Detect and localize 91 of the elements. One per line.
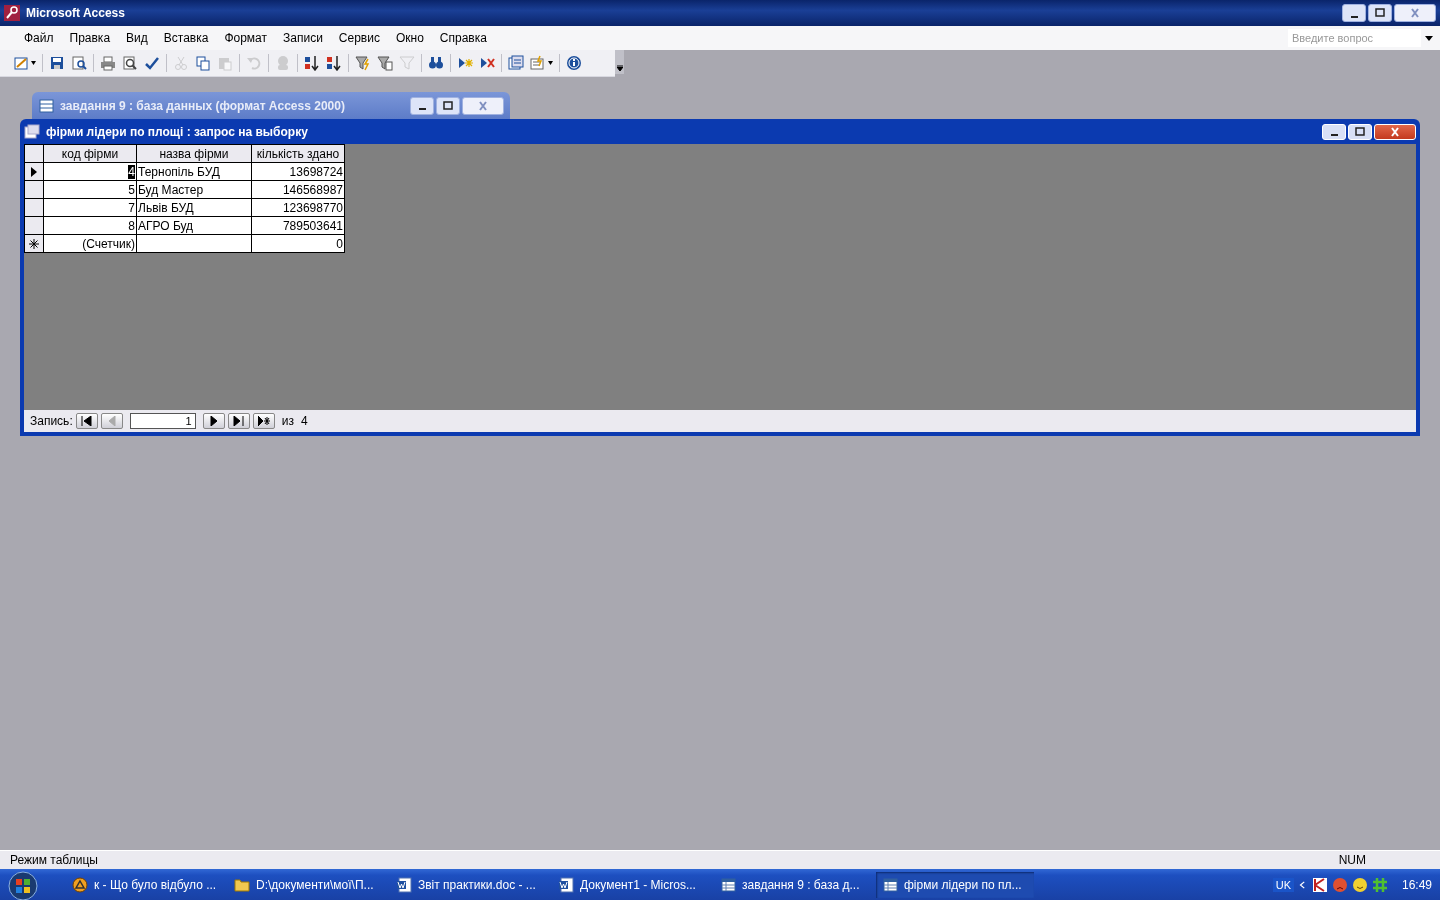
- spell-icon: [144, 55, 160, 71]
- column-header[interactable]: код фірми: [43, 144, 137, 163]
- close-icon: [477, 100, 489, 111]
- new-record-button[interactable]: [252, 413, 275, 429]
- first-record-button[interactable]: [75, 413, 98, 429]
- datasheet-icon: [38, 97, 54, 114]
- dropdown-arrow-icon: [548, 61, 553, 65]
- taskbar-button[interactable]: Документ1 - Micros...: [552, 871, 710, 898]
- menu-item[interactable]: Правка: [61, 29, 119, 47]
- maximize-icon: [1374, 8, 1386, 18]
- filter-form-icon: [377, 55, 393, 71]
- dropdown-arrow-icon: [1425, 35, 1433, 41]
- num-lock-indicator: NUM: [1338, 853, 1366, 867]
- window-title: фірми лідери по площі : запрос на выборку: [46, 124, 308, 139]
- close-icon: [1389, 126, 1401, 137]
- minimize-icon: [418, 108, 426, 110]
- search-icon: [71, 55, 87, 71]
- window-title: завдання 9 : база данных (формат Access 2000): [60, 98, 345, 113]
- new-object-icon: [530, 55, 546, 71]
- browser-icon: [72, 876, 88, 893]
- column-header[interactable]: назва фірми: [136, 144, 252, 163]
- print-icon: [100, 55, 116, 71]
- new-record-icon: [457, 55, 473, 71]
- db-window-icon: [508, 55, 524, 71]
- taskbar-button[interactable]: D:\документи\мої\П...: [228, 871, 386, 898]
- last-record-button[interactable]: [227, 413, 250, 429]
- minimize-button[interactable]: [1342, 4, 1366, 22]
- menu-item[interactable]: Сервис: [330, 29, 388, 47]
- next-record-icon: [207, 416, 220, 426]
- cut-icon: [173, 55, 189, 71]
- save-icon: [49, 55, 65, 71]
- minimize-icon: [1350, 15, 1358, 18]
- menu-item[interactable]: Вставка: [155, 29, 217, 47]
- question-field[interactable]: Введите вопрос: [1288, 29, 1421, 47]
- dropdown-arrow-icon: [616, 65, 623, 71]
- maximize-icon: [442, 100, 454, 111]
- dropdown-arrow-icon: [31, 61, 36, 65]
- filter-selection-icon: [355, 55, 371, 71]
- asterisk-icon: [29, 238, 39, 249]
- taskbar-button[interactable]: к - Що було відбуло ...: [66, 871, 224, 898]
- link-icon: [275, 55, 291, 71]
- filter-icon: [399, 55, 415, 71]
- maximize-icon: [1354, 126, 1366, 137]
- maximize-button[interactable]: [436, 96, 460, 115]
- of-label: из: [281, 414, 294, 428]
- language-indicator[interactable]: UK: [1272, 877, 1294, 892]
- help-icon: [566, 55, 582, 71]
- next-record-button[interactable]: [202, 413, 225, 429]
- menu-item[interactable]: Файл: [16, 29, 62, 47]
- last-record-icon: [232, 416, 245, 426]
- minimize-button[interactable]: [410, 96, 434, 115]
- paste-icon: [217, 55, 233, 71]
- maximize-button[interactable]: [1368, 4, 1392, 22]
- undo-icon: [246, 55, 262, 71]
- document-icon: [558, 876, 574, 893]
- record-label: Запись:: [30, 414, 73, 428]
- taskbar-button[interactable]: фірми лідери по пл...: [876, 871, 1034, 898]
- menu-item[interactable]: Окно: [387, 29, 432, 47]
- delete-record-icon: [479, 55, 495, 71]
- menu-item[interactable]: Записи: [275, 29, 331, 47]
- datasheet-icon: [882, 876, 898, 893]
- header-corner: [24, 144, 44, 163]
- datasheet-icon: [720, 876, 736, 893]
- close-icon: [1409, 8, 1421, 18]
- network-icon[interactable]: [1371, 876, 1388, 893]
- view-icon: [13, 55, 29, 71]
- taskbar-button[interactable]: Звіт практики.doc - ...: [390, 871, 548, 898]
- smiley-icon[interactable]: [1351, 876, 1368, 893]
- sort-asc-icon: [304, 55, 320, 71]
- record-count: 4: [300, 414, 308, 428]
- key-icon: [4, 5, 20, 21]
- preview-icon: [122, 55, 138, 71]
- datasheet-icon: [24, 123, 40, 140]
- menu-item[interactable]: Вид: [118, 29, 156, 47]
- new-record-icon: [257, 416, 270, 426]
- document-icon: [396, 876, 412, 893]
- sort-desc-icon: [326, 55, 342, 71]
- clock: 16:49: [1401, 877, 1432, 892]
- record-number-field[interactable]: 1: [129, 413, 196, 429]
- minimize-icon: [1330, 134, 1338, 136]
- menu-item[interactable]: Формат: [216, 29, 276, 47]
- folder-icon: [234, 876, 250, 893]
- column-header[interactable]: кількість здано: [251, 144, 345, 163]
- taskbar-button[interactable]: завдання 9 : база д...: [714, 871, 872, 898]
- status-text: Режим таблицы: [10, 853, 98, 867]
- window-title: Microsoft Access: [26, 6, 125, 20]
- toolbar-options-button[interactable]: [615, 50, 624, 74]
- copy-icon: [195, 55, 211, 71]
- menu-item[interactable]: Справка: [431, 29, 495, 47]
- find-icon: [428, 55, 444, 71]
- first-record-icon: [80, 416, 93, 426]
